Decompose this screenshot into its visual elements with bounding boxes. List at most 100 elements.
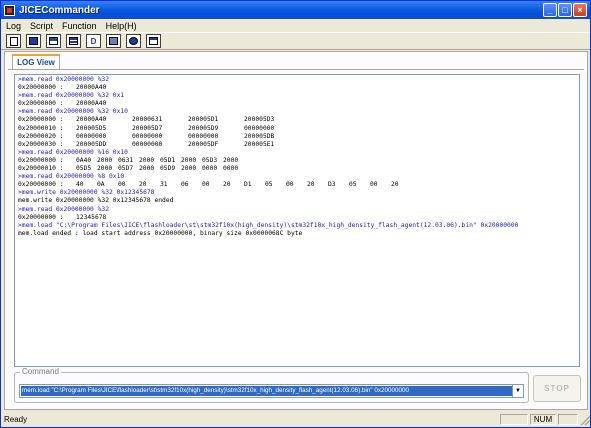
log-output-line: mem.load ended : load start address 0x20… — [18, 229, 303, 237]
log-value: 00 — [118, 181, 126, 189]
command-combobox[interactable]: mem.load "C:\Program Files\JICE\flashloa… — [19, 384, 524, 398]
log-output-line: 0x20000010 : 05D5 2000 05D7 2000 05D9 2000 0000… — [18, 165, 579, 173]
log-command-line: >mem.read 0x20000000 %16 0x10 — [18, 148, 128, 156]
log-output-line: 0x20000000 : 40 0A 00 20 31 06 00 20 D1 05 00 20 D3 05… — [18, 181, 579, 189]
log-value: 0000 — [223, 165, 239, 173]
command-label: Command — [20, 367, 61, 376]
log-value: 06 — [181, 181, 189, 189]
log-value: 00000000 — [244, 124, 275, 132]
tab-panel: LOG View >mem.read 0x20000000 %32 0x20000… — [4, 51, 588, 410]
menu-bar: Log Script Function Help(H) — [1, 19, 590, 32]
log-output-line: 0x20000000 : 20000A40 — [18, 84, 579, 92]
log-view[interactable]: >mem.read 0x20000000 %32 0x20000000 :2000… — [14, 74, 580, 367]
d-button[interactable]: D — [86, 34, 101, 48]
log-value: 05 — [265, 181, 273, 189]
log-output-line: 0x20000000 : 20000A40 20000631 200005D1 2000… — [18, 116, 579, 124]
log-output-line: 0x20000000 : 0A40 2000 0631 2000 05D1 2000 05D3… — [18, 157, 579, 165]
log-value: 12345678 — [76, 213, 107, 221]
log-value: 0000 — [202, 165, 218, 173]
log-value: 2000 — [97, 156, 113, 164]
log-value: 40 — [76, 181, 84, 189]
log-value: 0631 — [118, 156, 134, 164]
d-icon: D — [90, 36, 97, 46]
log-command-line: >mem.read 0x20000000 %32 0x10 — [18, 108, 128, 116]
log-address: 0x20000010 : — [18, 165, 64, 173]
log-value: 20000A40 — [76, 116, 107, 124]
log-value: D1 — [244, 181, 252, 189]
log-value: 05D3 — [202, 156, 218, 164]
app-icon[interactable] — [4, 4, 15, 16]
close-button[interactable]: × — [573, 3, 587, 17]
log-value: 20000A40 — [76, 100, 107, 108]
log-address: 0x20000000 : — [18, 213, 64, 221]
log-value: 00000000 — [188, 132, 219, 140]
new-button[interactable] — [6, 34, 21, 48]
log-value: 2000 — [139, 165, 155, 173]
title-bar[interactable]: JICECommander _ □ × — [1, 1, 590, 19]
log-value: 20 — [223, 181, 231, 189]
log-address: 0x20000000 : — [18, 156, 64, 164]
log-output-line: 0x20000030 : 200005DD 00000000 200005DF 2000… — [18, 141, 579, 149]
chip-button[interactable] — [126, 34, 141, 48]
maximize-button[interactable]: □ — [558, 3, 572, 17]
app-window: JICECommander _ □ × Log Script Function … — [0, 0, 591, 428]
toolbar: D — [1, 32, 590, 50]
log-value: 00000000 — [76, 132, 107, 140]
log-value: 2000 — [223, 156, 239, 164]
log-value: 200005DB — [244, 132, 275, 140]
load-button[interactable] — [46, 34, 61, 48]
status-pane — [558, 414, 578, 425]
window-button[interactable] — [146, 34, 161, 48]
minimize-button[interactable]: _ — [543, 3, 557, 17]
log-command-line: >mem.read 0x20000000 %8 0x10 — [18, 173, 125, 181]
log-value: 31 — [160, 181, 168, 189]
resize-grip-icon[interactable] — [580, 414, 590, 425]
chevron-down-icon[interactable]: ▼ — [512, 385, 523, 397]
log-value: 200005D5 — [76, 124, 107, 132]
status-pane — [500, 414, 528, 425]
command-group: Command mem.load "C:\Program Files\JICE\… — [14, 367, 529, 403]
log-value: 00 — [370, 181, 378, 189]
log-command-line: >mem.read 0x20000000 %32 0x1 — [18, 92, 125, 100]
load-icon — [49, 37, 58, 45]
log-value: 05D7 — [118, 165, 134, 173]
log-value: 05 — [349, 181, 357, 189]
log-address: 0x20000020 : — [18, 132, 64, 140]
log-address: 0x20000010 : — [18, 124, 64, 132]
log-value: 200005DD — [76, 140, 107, 148]
command-input[interactable]: mem.load "C:\Program Files\JICE\flashloa… — [21, 386, 512, 396]
picture-button[interactable] — [106, 34, 121, 48]
log-value: 200005D7 — [132, 124, 163, 132]
save-icon — [29, 37, 38, 45]
new-icon — [9, 36, 18, 46]
log-value: 00 — [286, 181, 294, 189]
log-value: 20000A40 — [76, 84, 107, 92]
menu-function[interactable]: Function — [62, 21, 97, 31]
save-button[interactable] — [26, 34, 41, 48]
log-output-line: 0x20000000 : 20000A40 — [18, 100, 579, 108]
log-address: 0x20000000 : — [18, 181, 64, 189]
log-value: 2000 — [97, 165, 113, 173]
log-output-line: 0x20000000 : 12345678 — [18, 214, 579, 222]
log-address: 0x20000000 : — [18, 84, 64, 92]
stop-button[interactable]: STOP — [533, 375, 581, 402]
log-value: 2000 — [181, 156, 197, 164]
status-bar: Ready NUM — [1, 412, 590, 427]
menu-help[interactable]: Help(H) — [106, 21, 137, 31]
log-value: 20 — [307, 181, 315, 189]
log-value: 2000 — [139, 156, 155, 164]
log-value: 20000631 — [132, 116, 163, 124]
log-value: 200005E1 — [244, 140, 275, 148]
menu-log[interactable]: Log — [6, 21, 21, 31]
log-output-line: mem.write 0x20000000 %32 0x12345678 ende… — [18, 197, 174, 205]
log-value: 00000000 — [132, 140, 163, 148]
log-output-line: 0x20000020 : 00000000 00000000 00000000 2000… — [18, 133, 579, 141]
log-command-line: >mem.write 0x20000000 %32 0x12345678 — [18, 189, 155, 197]
menu-script[interactable]: Script — [30, 21, 53, 31]
log-value: 2000 — [181, 165, 197, 173]
log-value: 00000000 — [132, 132, 163, 140]
list-button[interactable] — [66, 34, 81, 48]
tab-log-view[interactable]: LOG View — [12, 54, 60, 69]
log-value: 200005DF — [188, 140, 219, 148]
chip-icon — [129, 37, 138, 45]
